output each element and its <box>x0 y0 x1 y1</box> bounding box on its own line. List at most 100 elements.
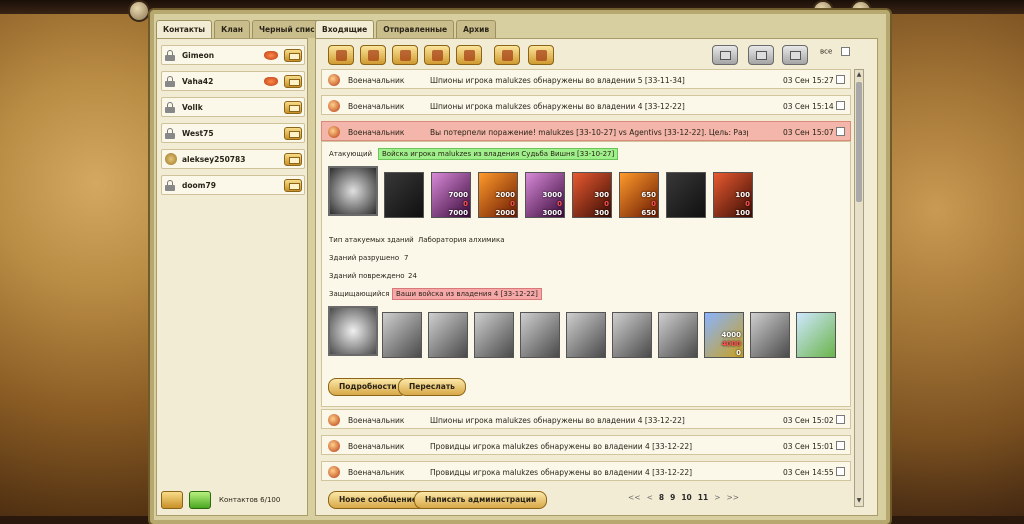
messages-panel: Входящие Отправленные Архив все Атакующи… <box>315 20 878 516</box>
contact-row[interactable]: Vaha42 <box>161 71 305 91</box>
page-link[interactable]: 10 <box>681 493 691 502</box>
unit-card[interactable] <box>612 312 652 358</box>
unit-count: 100 <box>735 191 750 199</box>
page-link[interactable]: > <box>714 493 720 502</box>
unit-card[interactable] <box>384 172 424 218</box>
filter-battle-button[interactable] <box>494 45 520 65</box>
unit-card[interactable]: 300 0 300 <box>572 172 612 218</box>
mark-read-button[interactable] <box>712 45 738 65</box>
page-link[interactable]: 8 <box>659 493 664 502</box>
archive-icon <box>756 51 767 60</box>
messages-box: все Атакующий Войска игрока malukzes из … <box>315 38 878 516</box>
archive-button[interactable] <box>748 45 774 65</box>
message-checkbox[interactable] <box>836 467 845 476</box>
unit-card[interactable]: 3000 0 3000 <box>525 172 565 218</box>
message-checkbox[interactable] <box>836 101 845 110</box>
avatar-icon <box>165 153 177 165</box>
message-row[interactable]: Военачальник Шпионы игрока malukzes обнар… <box>321 409 851 429</box>
select-all-checkbox[interactable] <box>840 47 850 56</box>
scroll-down-icon[interactable]: ▼ <box>856 497 862 505</box>
message-checkbox[interactable] <box>836 415 845 424</box>
scroll-thumb[interactable] <box>856 82 862 202</box>
unit-count: 0 <box>745 200 750 208</box>
message-subject: Шпионы игрока malukzes обнаружены во вла… <box>430 416 685 425</box>
select-all[interactable]: все <box>820 47 850 56</box>
unit-count: 0 <box>557 200 562 208</box>
gift-icon[interactable] <box>264 77 278 86</box>
page-link[interactable]: 9 <box>670 493 675 502</box>
message-scrollbar[interactable]: ▲ ▼ <box>854 69 864 507</box>
message-checkbox[interactable] <box>836 441 845 450</box>
filter-spy-button[interactable] <box>392 45 418 65</box>
unit-card[interactable] <box>474 312 514 358</box>
details-button[interactable]: Подробности <box>328 378 408 396</box>
tab-inbox[interactable]: Входящие <box>315 20 375 38</box>
message-checkbox[interactable] <box>836 127 845 136</box>
tab-clan[interactable]: Клан <box>214 20 250 38</box>
commander-icon <box>328 126 340 138</box>
unit-card[interactable]: 2000 0 2000 <box>478 172 518 218</box>
unit-card[interactable] <box>750 312 790 358</box>
contacts-list: Gimeon Vaha42 Vollk West75 aleksey250783 doom… <box>156 38 308 516</box>
message-subject: Шпионы игрока malukzes обнаружены во вла… <box>430 102 685 111</box>
scroll-up-icon[interactable]: ▲ <box>856 71 862 79</box>
unit-card[interactable]: 100 0 100 <box>713 172 753 218</box>
write-message-button[interactable] <box>284 179 302 192</box>
contact-row[interactable]: Gimeon <box>161 45 305 65</box>
filter-reports-button[interactable] <box>360 45 386 65</box>
page-link[interactable]: 11 <box>698 493 708 502</box>
attacker-value[interactable]: Войска игрока malukzes из владения Судьб… <box>378 148 619 160</box>
contact-row[interactable]: Vollk <box>161 97 305 117</box>
unit-card[interactable]: 650 0 650 <box>619 172 659 218</box>
page-link[interactable]: << <box>628 493 641 502</box>
forward-button[interactable]: Переслать <box>398 378 466 396</box>
unit-card[interactable] <box>520 312 560 358</box>
filter-trade-button[interactable] <box>528 45 554 65</box>
unit-card[interactable] <box>666 172 706 218</box>
unit-card[interactable] <box>658 312 698 358</box>
contact-row[interactable]: aleksey250783 <box>161 149 305 169</box>
unit-card[interactable] <box>566 312 606 358</box>
message-row[interactable]: Военачальник Шпионы игрока malukzes обнар… <box>321 95 851 115</box>
unit-card[interactable]: 4000 4000 0 <box>704 312 744 358</box>
unit-count: 7000 <box>448 209 468 217</box>
gift-icon[interactable] <box>264 51 278 60</box>
map-background-right <box>878 0 1024 524</box>
write-message-button[interactable] <box>284 101 302 114</box>
filter-all-button[interactable] <box>328 45 354 65</box>
unit-card[interactable] <box>428 312 468 358</box>
contact-row[interactable]: doom79 <box>161 175 305 195</box>
defender-value[interactable]: Ваши войска из владения 4 [33-12-22] <box>392 288 542 300</box>
write-message-button[interactable] <box>284 49 302 62</box>
message-row[interactable]: Военачальник Шпионы игрока malukzes обнар… <box>321 69 851 89</box>
message-row[interactable]: Военачальник Провидцы игрока malukzes обн… <box>321 461 851 481</box>
tab-archive[interactable]: Архив <box>456 20 497 38</box>
damaged-value: 24 <box>408 272 417 280</box>
page-link[interactable]: < <box>647 493 653 502</box>
write-admin-button[interactable]: Написать администрации <box>414 491 548 509</box>
unit-card[interactable]: 7000 0 7000 <box>431 172 471 218</box>
contact-row[interactable]: West75 <box>161 123 305 143</box>
write-message-button[interactable] <box>284 127 302 140</box>
unit-card[interactable] <box>796 312 836 358</box>
message-row[interactable]: Военачальник Провидцы игрока malukzes обн… <box>321 435 851 455</box>
delete-button[interactable] <box>782 45 808 65</box>
page-link[interactable]: >> <box>726 493 739 502</box>
tab-sent[interactable]: Отправленные <box>376 20 455 38</box>
tab-contacts[interactable]: Контакты <box>156 20 213 38</box>
new-message-button[interactable]: Новое сообщение <box>328 491 428 509</box>
write-message-button[interactable] <box>284 75 302 88</box>
contact-mail-button[interactable] <box>189 491 211 509</box>
unit-count: 650 <box>641 209 656 217</box>
destroyed-label: Зданий разрушено <box>329 254 400 262</box>
building-icon <box>464 50 475 61</box>
unit-count: 650 <box>641 191 656 199</box>
message-checkbox[interactable] <box>836 75 845 84</box>
info-icon <box>432 50 443 61</box>
filter-building-button[interactable] <box>456 45 482 65</box>
unit-card[interactable] <box>382 312 422 358</box>
filter-info-button[interactable] <box>424 45 450 65</box>
message-row[interactable]: Военачальник Вы потерпели поражение! malu… <box>321 121 851 141</box>
add-contact-button[interactable] <box>161 491 183 509</box>
write-message-button[interactable] <box>284 153 302 166</box>
